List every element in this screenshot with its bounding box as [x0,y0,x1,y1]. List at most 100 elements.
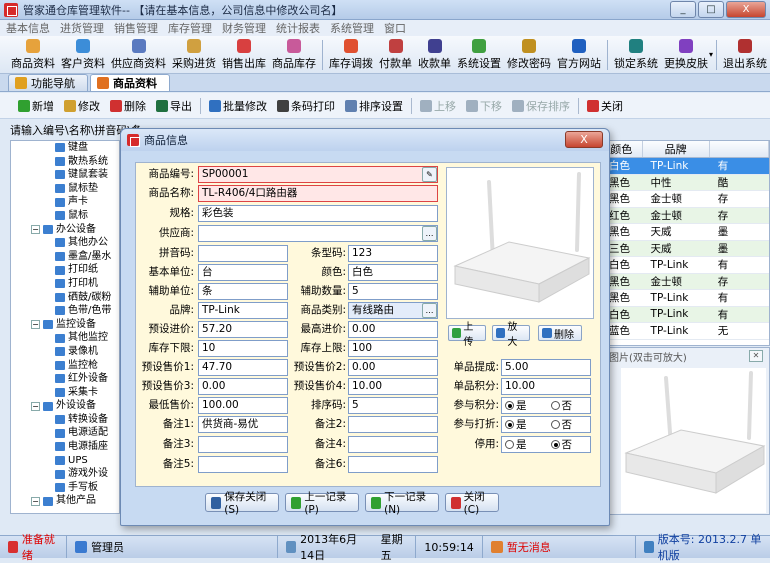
dialog-button-1[interactable]: 上一记录(P) [285,491,359,516]
menu-item-3[interactable]: 库存管理 [168,20,212,36]
toolbar-button-13[interactable]: 更换皮肤 [661,36,711,71]
toolbar-button-2[interactable]: 供应商资料 [108,36,169,71]
table-row[interactable]: 黑色 天威墨 [601,224,769,241]
menu-item-5[interactable]: 统计报表 [276,20,320,36]
product-preview-image[interactable] [621,368,766,513]
toolbar-button-1[interactable]: 客户资料 [58,36,108,71]
minimize-button[interactable]: _ [670,1,696,18]
image-button-1[interactable]: 放大 [492,322,530,348]
color-field[interactable]: 白色 [348,264,438,281]
tree-node[interactable]: 其他办公 [11,236,119,250]
tree-node[interactable]: 红外设备 [11,372,119,386]
table-row[interactable]: 黑色 金士顿存 [601,273,769,290]
dialog-button-0[interactable]: 保存关闭(S) [205,491,279,516]
tab-1[interactable]: 商品资料 [90,74,170,91]
unit-field[interactable]: 台 [198,264,288,281]
maximize-button[interactable]: □ [698,1,724,18]
tree-node[interactable]: − 外设设备 [11,399,119,413]
stock_min-field[interactable]: 10 [198,340,288,357]
tree-node[interactable]: 散热系统 [11,155,119,169]
note2-field[interactable] [348,416,438,433]
edit-code-icon[interactable]: ✎ [422,167,437,182]
note3-field[interactable] [198,436,288,453]
image-button-0[interactable]: 上传 [448,322,486,348]
toolbar-button-3[interactable]: 采购进货 [169,36,219,71]
action-button-0[interactable]: 新增 [14,96,58,116]
grid-header-cell[interactable] [710,141,769,157]
brand-field[interactable]: TP-Link [198,302,288,319]
action-button-10[interactable]: 关闭 [583,96,627,116]
tree-node[interactable]: − 其他产品 [11,494,119,508]
tree-node[interactable]: 其他监控 [11,331,119,345]
product-grid[interactable]: 颜色 品牌 白色 TP-Link 有黑色 中性酷黑色 金士顿存红色 金士顿存黑色 天威墨三色 天威… [600,140,770,346]
menu-item-1[interactable]: 进货管理 [60,20,104,36]
tree-node[interactable]: 打印机 [11,277,119,291]
barcode-field[interactable]: 123 [348,245,438,262]
table-row[interactable]: 白色 TP-Link 有 [601,257,769,274]
action-button-6[interactable]: 排序设置 [341,96,407,116]
tree-node[interactable]: 键鼠套装 [11,168,119,182]
tree-node[interactable]: 键盘 [11,141,119,155]
join_points-radio-no[interactable]: 否 [550,398,591,413]
note1-field[interactable]: 供货商-易优 [198,416,288,433]
action-button-1[interactable]: 修改 [60,96,104,116]
table-row[interactable]: 蓝色 TP-Link 无 [601,323,769,340]
menu-item-4[interactable]: 财务管理 [222,20,266,36]
tree-node[interactable]: 墨盒/墨水 [11,250,119,264]
skin-dropdown-icon[interactable]: ▾ [709,50,713,59]
sort_code-field[interactable]: 5 [348,397,438,414]
tree-toggle-icon[interactable]: − [31,320,40,330]
category-tree[interactable]: 键盘 散热系统 键鼠套装 鼠标垫 声卡 鼠标 − 办公设备 其他办公 墨盒/墨水 打印纸 打印机 硒鼓/… [10,140,120,514]
points-field[interactable]: 10.00 [501,378,591,395]
close-window-button[interactable]: X [726,1,766,18]
tree-node[interactable]: 声卡 [11,195,119,209]
price3-field[interactable]: 0.00 [198,378,288,395]
pre_purchase-field[interactable]: 57.20 [198,321,288,338]
tab-0[interactable]: 功能导航 [8,74,88,91]
menu-item-0[interactable]: 基本信息 [6,20,50,36]
grid-header-cell[interactable]: 品牌 [643,141,710,157]
menu-item-6[interactable]: 系统管理 [330,20,374,36]
action-button-4[interactable]: 批量修改 [205,96,271,116]
tree-node[interactable]: − 监控设备 [11,318,119,332]
note5-field[interactable] [198,456,288,473]
code-field[interactable]: SP00001 [198,166,438,183]
toolbar-button-0[interactable]: 商品资料 [8,36,58,71]
tree-toggle-icon[interactable]: − [31,224,40,234]
tree-toggle-icon[interactable]: − [31,401,40,411]
tree-node[interactable]: 采集卡 [11,386,119,400]
image-button-2[interactable]: 删除 [538,325,582,341]
tree-node[interactable]: 电源插座 [11,440,119,454]
toolbar-button-14[interactable]: 退出系统 [720,36,770,71]
status-message[interactable]: 暂无消息 [483,536,636,558]
supplier-field[interactable] [198,225,438,242]
action-button-3[interactable]: 导出 [152,96,196,116]
pinyin-field[interactable] [198,245,288,262]
price2-field[interactable]: 0.00 [348,359,438,376]
join_discount-radio-yes[interactable]: 是 [505,417,545,432]
tree-node[interactable]: 手写板 [11,481,119,495]
toolbar-button-8[interactable]: 收款单 [415,36,454,71]
toolbar-button-10[interactable]: 修改密码 [504,36,554,71]
tree-toggle-icon[interactable]: − [31,496,40,506]
toolbar-button-6[interactable]: 库存调拨 [326,36,376,71]
tree-node[interactable]: UPS [11,454,119,468]
table-row[interactable]: 黑色 TP-Link 有 [601,290,769,307]
table-row[interactable]: 红色 金士顿存 [601,207,769,224]
tree-node[interactable]: 监控枪 [11,359,119,373]
note4-field[interactable] [348,436,438,453]
join_discount-radio-no[interactable]: 否 [550,417,591,432]
dialog-button-3[interactable]: 关闭(C) [445,491,499,516]
table-row[interactable]: 三色 天威墨 [601,240,769,257]
table-row[interactable]: 黑色 中性酷 [601,174,769,191]
preview-close-button[interactable]: ✕ [749,350,763,362]
name-field[interactable]: TL-R406/4口路由器 [198,185,438,202]
menu-item-2[interactable]: 销售管理 [114,20,158,36]
stock_max-field[interactable]: 100 [348,340,438,357]
table-row[interactable]: 黑色 金士顿存 [601,191,769,208]
spec-field[interactable]: 彩色装 [198,205,438,222]
tree-node[interactable]: 转换设备 [11,413,119,427]
tree-node[interactable]: 录像机 [11,345,119,359]
toolbar-button-9[interactable]: 系统设置 [454,36,504,71]
tree-node[interactable]: 电源适配 [11,426,119,440]
